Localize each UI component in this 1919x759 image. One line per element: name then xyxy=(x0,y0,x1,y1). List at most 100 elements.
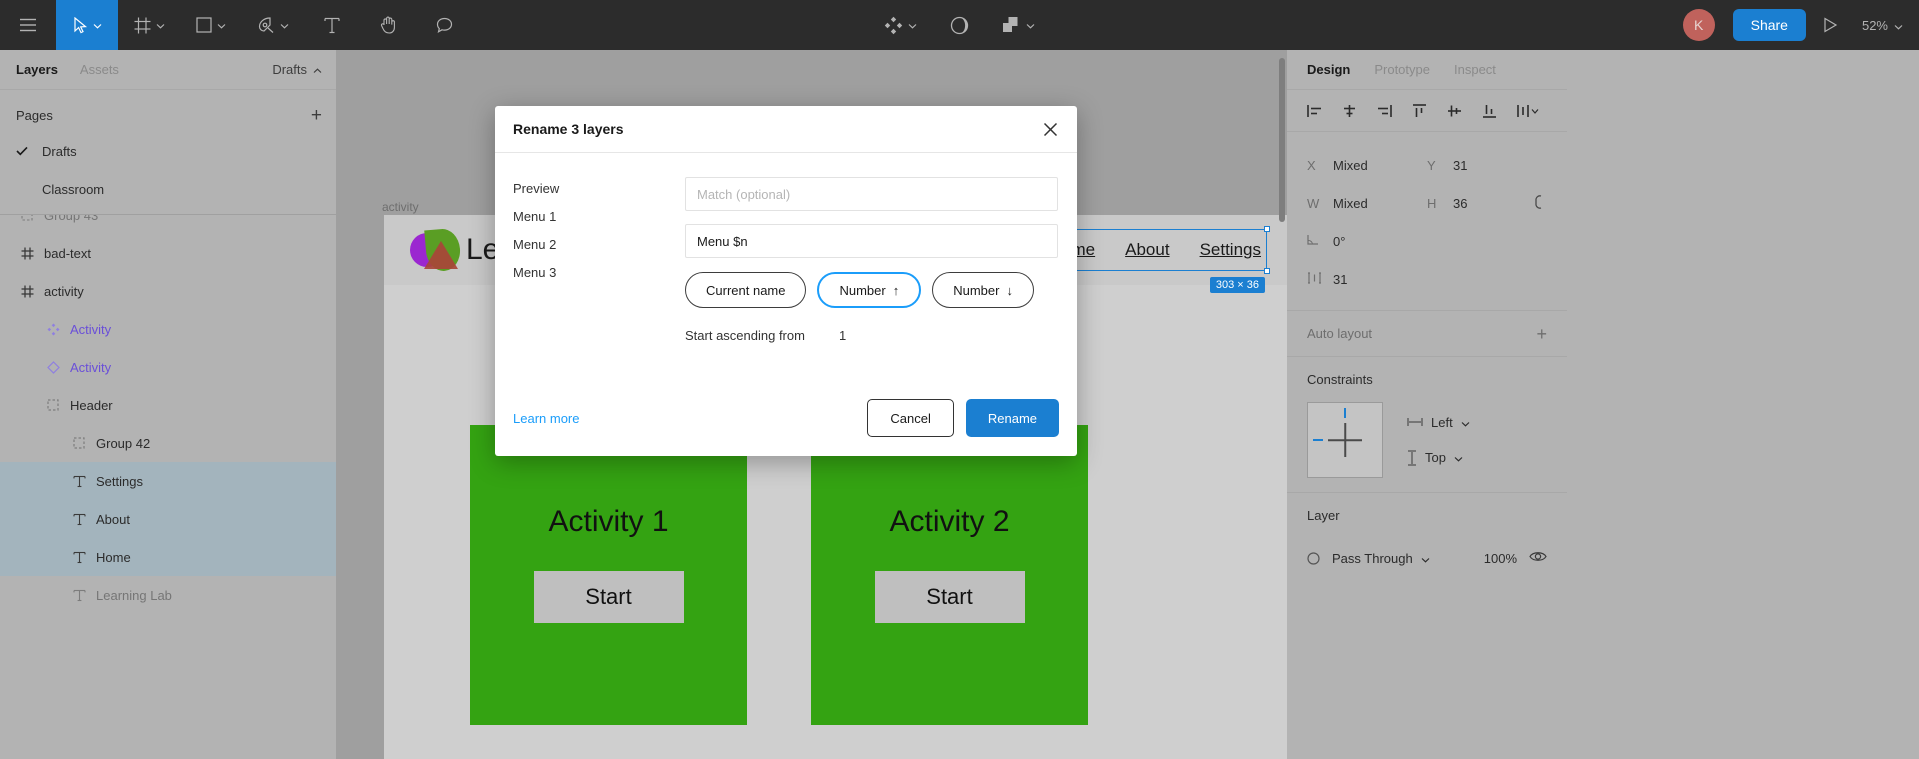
layer-label: activity xyxy=(44,283,84,299)
constraint-top-tick[interactable] xyxy=(1344,408,1346,418)
nav-link-settings[interactable]: Settings xyxy=(1200,240,1261,260)
zoom-level-control[interactable]: 52% xyxy=(1856,18,1903,33)
constraint-left-tick[interactable] xyxy=(1313,439,1323,441)
align-left-icon[interactable] xyxy=(1307,104,1322,118)
add-auto-layout-icon[interactable]: + xyxy=(1536,325,1547,343)
match-input[interactable] xyxy=(685,177,1058,211)
layer-row[interactable]: Learning Lab xyxy=(0,576,336,614)
layer-row[interactable]: About xyxy=(0,500,336,538)
layer-row[interactable]: Activity xyxy=(0,310,336,348)
constraint-vertical-value: Top xyxy=(1425,450,1446,465)
layer-row[interactable]: Group 43 xyxy=(0,215,336,234)
hamburger-menu-icon[interactable] xyxy=(0,0,56,50)
w-property[interactable]: W Mixed xyxy=(1307,196,1427,211)
components-tool-button[interactable] xyxy=(870,0,932,50)
pill-number-descending[interactable]: Number ↓ xyxy=(932,272,1034,308)
distribute-icon[interactable] xyxy=(1517,104,1539,118)
x-property[interactable]: X Mixed xyxy=(1307,158,1427,173)
hand-tool-button[interactable] xyxy=(360,0,416,50)
layer-row[interactable]: Home xyxy=(0,538,336,576)
pill-current-name[interactable]: Current name xyxy=(685,272,807,308)
layers-tree[interactable]: Group 43 bad-text activity Activity Acti… xyxy=(0,215,336,665)
selection-handle[interactable] xyxy=(1264,226,1270,232)
constraint-vertical-select[interactable]: Top xyxy=(1407,449,1470,466)
selection-handle[interactable] xyxy=(1264,268,1270,274)
dialog-header: Rename 3 layers xyxy=(495,106,1077,153)
layer-label: Activity xyxy=(70,359,112,375)
chevron-down-icon xyxy=(1894,18,1903,33)
start-button[interactable]: Start xyxy=(874,571,1025,623)
eye-icon[interactable] xyxy=(1529,550,1547,566)
shape-tool-button[interactable] xyxy=(180,0,242,50)
rename-pattern-input[interactable] xyxy=(685,224,1058,258)
constrain-proportions-icon[interactable] xyxy=(1532,194,1545,213)
toolbar-right-group: K Share 52% xyxy=(1682,0,1919,50)
chevron-down-icon xyxy=(156,16,165,34)
layer-row[interactable]: Activity xyxy=(0,348,336,386)
design-panel-inner: Design Prototype Inspect X Mixed Y 31 W … xyxy=(1287,50,1567,578)
constraints-section: Constraints xyxy=(1287,356,1567,402)
play-triangle-icon[interactable] xyxy=(1806,0,1856,50)
y-property[interactable]: Y 31 xyxy=(1427,158,1547,173)
comment-tool-button[interactable] xyxy=(416,0,472,50)
layer-label: Settings xyxy=(96,473,143,489)
page-item-classroom[interactable]: Classroom xyxy=(0,170,336,208)
corner-radius-property[interactable]: 31 xyxy=(1307,272,1427,287)
layer-row[interactable]: activity xyxy=(0,272,336,310)
page-item-drafts[interactable]: Drafts xyxy=(0,132,336,170)
chevron-down-icon xyxy=(280,16,289,34)
align-bottom-icon[interactable] xyxy=(1482,104,1497,118)
page-label: Drafts xyxy=(42,143,77,159)
opacity-value[interactable]: 100% xyxy=(1463,551,1517,566)
drafts-selector[interactable]: Drafts xyxy=(272,62,322,77)
layer-label: Group 42 xyxy=(96,435,151,451)
move-tool-button[interactable] xyxy=(56,0,118,50)
constraints-label: Constraints xyxy=(1307,372,1373,387)
layer-row[interactable]: Header xyxy=(0,386,336,424)
boolean-tool-button[interactable] xyxy=(988,0,1050,50)
start-ascending-value[interactable]: 1 xyxy=(839,328,846,343)
horizontal-constraint-icon xyxy=(1407,417,1423,427)
close-x-icon[interactable] xyxy=(1037,116,1063,142)
pill-number-ascending[interactable]: Number ↑ xyxy=(817,272,922,308)
auto-layout-section: Auto layout + xyxy=(1287,310,1567,356)
align-top-icon[interactable] xyxy=(1412,103,1427,118)
frame-name-label[interactable]: activity xyxy=(382,200,419,214)
rename-button[interactable]: Rename xyxy=(965,399,1059,437)
rotation-property[interactable]: 0° xyxy=(1307,234,1427,249)
add-page-icon[interactable]: + xyxy=(311,106,322,125)
rename-layers-dialog: Rename 3 layers Preview Menu 1 Menu 2 Me… xyxy=(495,106,1077,456)
share-button[interactable]: Share xyxy=(1732,9,1806,41)
align-right-icon[interactable] xyxy=(1377,104,1392,118)
tab-design[interactable]: Design xyxy=(1307,62,1350,77)
frame-tool-button[interactable] xyxy=(118,0,180,50)
canvas-scrollbar[interactable] xyxy=(1279,58,1285,222)
chevron-down-icon xyxy=(908,16,917,34)
x-label: X xyxy=(1307,157,1316,173)
text-tool-button[interactable] xyxy=(304,0,360,50)
tab-assets[interactable]: Assets xyxy=(80,62,119,77)
nav-link-about[interactable]: About xyxy=(1125,240,1169,260)
learn-more-link[interactable]: Learn more xyxy=(513,411,855,426)
activity-card: Activity 2 Start xyxy=(811,425,1088,725)
logo-triangle-shape xyxy=(424,241,458,269)
align-horizontal-center-icon[interactable] xyxy=(1342,104,1357,118)
cancel-button[interactable]: Cancel xyxy=(867,399,954,437)
chevron-down-icon xyxy=(1421,551,1430,566)
constraints-grid[interactable] xyxy=(1307,402,1383,478)
align-vertical-center-icon[interactable] xyxy=(1447,104,1462,118)
mask-tool-button[interactable] xyxy=(932,0,988,50)
constraint-horizontal-select[interactable]: Left xyxy=(1407,415,1470,430)
layer-row[interactable]: Settings xyxy=(0,462,336,500)
blend-mode-select[interactable]: Pass Through xyxy=(1332,551,1451,566)
tab-inspect[interactable]: Inspect xyxy=(1454,62,1496,77)
h-property[interactable]: H 36 xyxy=(1427,196,1547,211)
constraints-vertical-bar xyxy=(1344,423,1346,457)
tab-prototype[interactable]: Prototype xyxy=(1374,62,1430,77)
layer-row[interactable]: Group 42 xyxy=(0,424,336,462)
pen-tool-button[interactable] xyxy=(242,0,304,50)
tab-layers[interactable]: Layers xyxy=(16,62,58,77)
avatar[interactable]: K xyxy=(1682,9,1715,41)
start-button[interactable]: Start xyxy=(533,571,684,623)
layer-row[interactable]: bad-text xyxy=(0,234,336,272)
